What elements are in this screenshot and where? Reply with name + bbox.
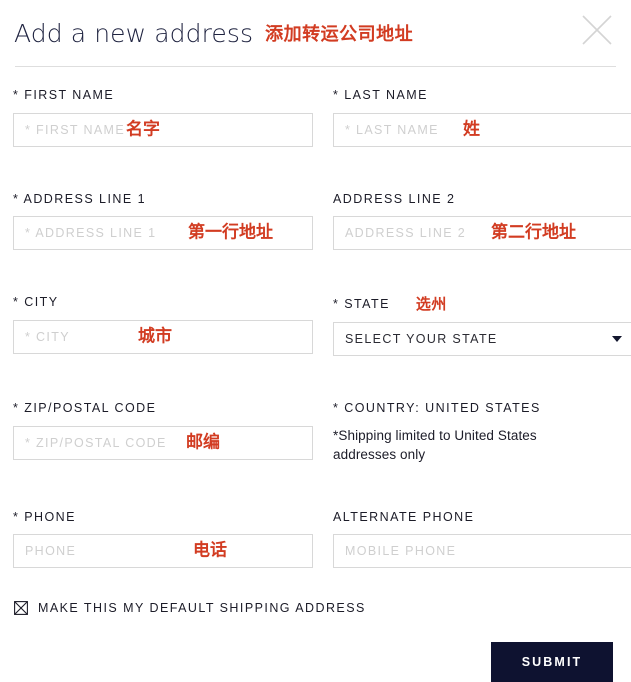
field-address-line-2: ADDRESS LINE 2 第二行地址	[333, 191, 631, 250]
row-spacer	[13, 250, 618, 296]
address-line-1-label: * ADDRESS LINE 1	[13, 191, 146, 206]
alternate-phone-label: ALTERNATE PHONE	[333, 509, 475, 524]
field-alternate-phone: ALTERNATE PHONE	[333, 511, 631, 569]
zip-input[interactable]	[13, 425, 313, 460]
form-row-address: * ADDRESS LINE 1 第一行地址 ADDRESS LINE 2 第二…	[13, 191, 631, 250]
row-spacer	[13, 147, 618, 193]
city-label: * CITY	[13, 295, 59, 309]
field-first-name: * FIRST NAME 名字	[13, 89, 313, 147]
country-label: * COUNTRY: UNITED STATES	[333, 401, 541, 415]
form-row-zip-country: * ZIP/POSTAL CODE 邮编 * COUNTRY: UNITED S…	[13, 402, 618, 465]
address-line-1-input[interactable]	[13, 216, 313, 250]
last-name-input[interactable]	[333, 112, 631, 147]
alternate-phone-input[interactable]	[333, 534, 631, 569]
submit-row: SUBMIT	[13, 642, 618, 682]
state-select-value: SELECT YOUR STATE	[345, 332, 498, 346]
country-shipping-note: *Shipping limited to United States addre…	[333, 427, 537, 463]
phone-input-wrap: 电话	[13, 534, 313, 569]
modal-header: Add a new address 添加转运公司地址	[13, 0, 618, 66]
field-state: * STATE 选州 SELECT YOUR STATE	[333, 296, 631, 356]
field-last-name: * LAST NAME 姓	[333, 89, 631, 147]
submit-button[interactable]: SUBMIT	[491, 642, 613, 682]
city-input[interactable]	[13, 319, 313, 354]
form-row-city-state: * CITY 城市 * STATE 选州 SELECT YOUR STATE	[13, 296, 631, 356]
close-icon[interactable]	[580, 13, 614, 47]
field-country: * COUNTRY: UNITED STATES *Shipping limit…	[333, 402, 631, 465]
first-name-input-wrap: 名字	[13, 112, 313, 147]
first-name-input[interactable]	[13, 112, 313, 147]
field-phone: * PHONE 电话	[13, 511, 313, 569]
field-city: * CITY 城市	[13, 296, 313, 356]
row-spacer	[13, 465, 618, 511]
address-line-2-label: ADDRESS LINE 2	[333, 191, 456, 206]
city-input-wrap: 城市	[13, 319, 313, 354]
field-address-line-1: * ADDRESS LINE 1 第一行地址	[13, 191, 313, 250]
row-spacer	[13, 356, 618, 402]
zip-label: * ZIP/POSTAL CODE	[13, 401, 157, 415]
state-label-text: * STATE	[333, 297, 390, 311]
state-label: * STATE 选州	[333, 295, 631, 313]
default-address-label: MAKE THIS MY DEFAULT SHIPPING ADDRESS	[38, 601, 366, 616]
form-row-names: * FIRST NAME 名字 * LAST NAME 姓	[13, 89, 631, 147]
state-select-wrap: SELECT YOUR STATE	[333, 322, 631, 356]
field-zip: * ZIP/POSTAL CODE 邮编	[13, 402, 313, 465]
last-name-label: * LAST NAME	[333, 88, 428, 102]
address-line-2-input-wrap: 第二行地址	[333, 216, 631, 250]
add-address-modal: Add a new address 添加转运公司地址 * FIRST NAME …	[0, 0, 631, 682]
page-title: Add a new address	[14, 18, 254, 48]
phone-input[interactable]	[13, 534, 313, 569]
address-line-1-input-wrap: 第一行地址	[13, 216, 313, 250]
first-name-label: * FIRST NAME	[13, 88, 115, 102]
state-label-annotation: 选州	[415, 295, 447, 313]
page-title-annotation: 添加转运公司地址	[265, 24, 414, 45]
phone-label: * PHONE	[13, 509, 76, 524]
default-address-row[interactable]: MAKE THIS MY DEFAULT SHIPPING ADDRESS	[13, 601, 618, 615]
alternate-phone-input-wrap	[333, 534, 631, 569]
state-select[interactable]: SELECT YOUR STATE	[333, 322, 631, 356]
zip-input-wrap: 邮编	[13, 425, 313, 460]
last-name-input-wrap: 姓	[333, 112, 631, 147]
form-row-phones: * PHONE 电话 ALTERNATE PHONE	[13, 511, 631, 569]
checkbox-checked-icon[interactable]	[14, 601, 28, 616]
address-form: * FIRST NAME 名字 * LAST NAME 姓 * ADDRESS …	[13, 67, 631, 682]
address-line-2-input[interactable]	[333, 216, 631, 250]
